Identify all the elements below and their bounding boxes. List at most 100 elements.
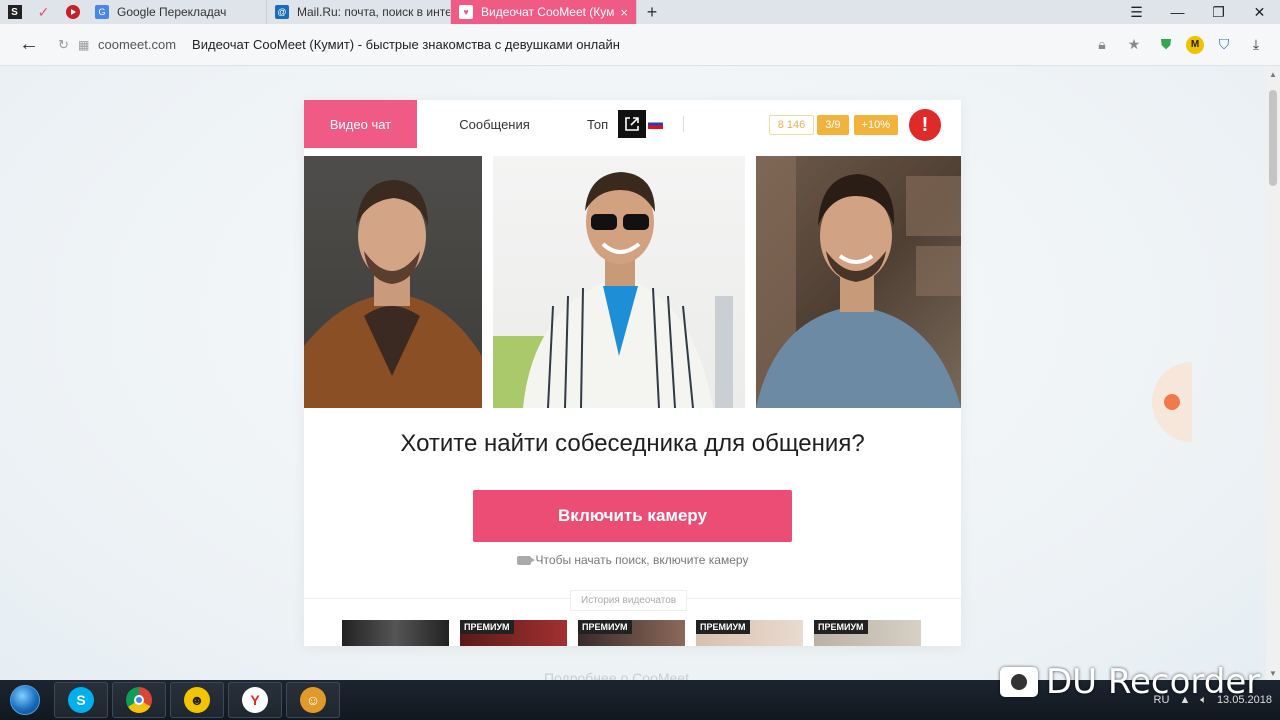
- external-link-glyph: [625, 117, 640, 131]
- new-tab-button[interactable]: +: [637, 0, 667, 24]
- address-bar-row: ← ↻ ▦ coomeet.com Видеочат CooMeet (Куми…: [0, 24, 1280, 66]
- address-field[interactable]: ↻ ▦ coomeet.com Видеочат CooMeet (Кумит)…: [58, 31, 1090, 59]
- chat-dot-icon: [1164, 394, 1180, 410]
- russian-flag-icon[interactable]: [648, 119, 664, 129]
- tab-google-translate[interactable]: G Google Перекладач: [87, 0, 267, 24]
- profile-photo-2: [493, 156, 745, 408]
- minimize-icon[interactable]: —: [1157, 0, 1198, 24]
- vpn-shield-icon[interactable]: ⛉: [1212, 33, 1236, 57]
- lock-icon[interactable]: 🔒︎: [1090, 33, 1114, 57]
- address-page-title: Видеочат CooMeet (Кумит) - быстрые знако…: [192, 37, 620, 52]
- download-icon[interactable]: ⤓: [1244, 33, 1268, 57]
- man-smiling-image: [756, 156, 961, 408]
- chrome-icon: [126, 687, 152, 713]
- coomeet-icon: ♥: [459, 5, 473, 19]
- enable-camera-label: Включить камеру: [557, 506, 708, 525]
- history-thumb[interactable]: ПРЕМИУМ: [696, 620, 803, 646]
- back-button[interactable]: ←: [0, 33, 58, 56]
- watermark-text: DU Recorder: [1046, 662, 1261, 702]
- start-button[interactable]: [0, 680, 50, 720]
- toolbar-right: 🔒︎ ★ ⛊ M ⛉ ⤓: [1090, 33, 1280, 57]
- history-label: История видеочатов: [570, 590, 688, 611]
- floating-chat-button[interactable]: [1152, 362, 1192, 442]
- cartoon-app-icon: ☺: [300, 687, 326, 713]
- nav-top[interactable]: Топ: [587, 117, 608, 132]
- main-card: Видео чат Сообщения Топ 8 146 3/9 +10% !: [304, 100, 961, 646]
- history-thumb[interactable]: ПРЕМИУМ: [460, 620, 567, 646]
- google-translate-icon: G: [95, 5, 109, 19]
- recorder-camera-icon: [1000, 667, 1038, 697]
- plus-icon: +: [646, 1, 658, 22]
- close-window-icon[interactable]: ✕: [1239, 0, 1280, 24]
- page-scrollbar[interactable]: ▲ ▼: [1266, 66, 1280, 680]
- window-controls: ☰ — ❐ ✕: [1116, 0, 1280, 24]
- windows-start-icon: [10, 685, 40, 715]
- skype-icon: S: [68, 687, 94, 713]
- reload-icon[interactable]: ↻: [58, 37, 78, 53]
- taskbar-app-5[interactable]: ☺: [286, 682, 340, 718]
- tab-s-app[interactable]: S: [0, 0, 29, 24]
- history-thumb[interactable]: [342, 620, 449, 646]
- scrollbar-thumb[interactable]: [1269, 90, 1277, 186]
- bonus-badge[interactable]: +10%: [853, 115, 898, 135]
- premium-badge: ПРЕМИУМ: [578, 620, 632, 634]
- scroll-up-icon[interactable]: ▲: [1269, 70, 1277, 79]
- vk-icon: ✓: [37, 3, 50, 20]
- taskbar-skype[interactable]: S: [54, 682, 108, 718]
- adblock-shield-icon[interactable]: ⛊: [1154, 33, 1178, 57]
- du-recorder-watermark: DU Recorder: [1000, 662, 1260, 702]
- arrow-left-icon: ←: [19, 33, 39, 55]
- profile-photos: [304, 156, 961, 408]
- history-thumb[interactable]: ПРЕМИУМ: [578, 620, 685, 646]
- online-count-badge: 8 146: [768, 115, 815, 135]
- menu-icon[interactable]: ☰: [1116, 0, 1157, 24]
- taskbar-chrome[interactable]: [112, 682, 166, 718]
- browser-tab-strip: S ✓ G Google Перекладач @ Mail.Ru: почта…: [0, 0, 1280, 24]
- cyberghost-icon: ☻: [184, 687, 210, 713]
- tab-mailru[interactable]: @ Mail.Ru: почта, поиск в инте: [267, 0, 451, 24]
- site-info-icon[interactable]: ▦: [78, 38, 98, 52]
- enable-camera-button[interactable]: Включить камеру: [473, 490, 792, 542]
- external-link-icon[interactable]: [618, 110, 647, 138]
- s-app-icon: S: [7, 5, 22, 19]
- address-domain: coomeet.com: [98, 37, 177, 52]
- nav-divider: [683, 116, 685, 132]
- history-thumbnails: ПРЕМИУМ ПРЕМИУМ ПРЕМИУМ ПРЕМИУМ: [342, 620, 921, 646]
- extension-m-icon[interactable]: M: [1186, 35, 1204, 54]
- tab-close-icon[interactable]: ×: [620, 5, 628, 20]
- site-nav: Видео чат Сообщения Топ 8 146 3/9 +10% !: [304, 100, 961, 148]
- history-thumb[interactable]: ПРЕМИУМ: [814, 620, 921, 646]
- tab-vk[interactable]: ✓: [29, 0, 58, 24]
- premium-badge: ПРЕМИУМ: [814, 620, 868, 634]
- star-icon[interactable]: ★: [1122, 33, 1146, 57]
- premium-badge: ПРЕМИУМ: [696, 620, 750, 634]
- tab-label: Mail.Ru: почта, поиск в инте: [297, 5, 451, 19]
- yandex-browser-icon: Y: [242, 687, 268, 713]
- stats-group: 8 146 3/9 +10% !: [768, 109, 941, 141]
- footer-more-link[interactable]: Подробнее о CooMeet: [544, 670, 689, 680]
- taskbar-cyberghost[interactable]: ☻: [170, 682, 224, 718]
- profile-photo-1: [304, 156, 482, 408]
- profile-photo-3: [756, 156, 961, 408]
- scroll-down-icon[interactable]: ▼: [1269, 669, 1277, 678]
- nav-video-chat[interactable]: Видео чат: [304, 100, 417, 148]
- mailru-icon: @: [275, 5, 289, 19]
- tab-label: Видеочат CooMeet (Кум: [481, 5, 615, 19]
- page-viewport: Видео чат Сообщения Топ 8 146 3/9 +10% !: [0, 66, 1266, 680]
- tab-coomeet[interactable]: ♥ Видеочат CooMeet (Кум ×: [451, 0, 637, 24]
- taskbar-yandex[interactable]: Y: [228, 682, 282, 718]
- tab-youtube[interactable]: [58, 0, 87, 24]
- camera-hint-text: Чтобы начать поиск, включите камеру: [535, 553, 749, 567]
- camera-hint: Чтобы начать поиск, включите камеру: [304, 553, 961, 567]
- nav-messages[interactable]: Сообщения: [417, 117, 572, 132]
- man-portrait-image: [304, 180, 482, 408]
- restore-icon[interactable]: ❐: [1198, 0, 1239, 24]
- premium-badge: ПРЕМИУМ: [460, 620, 514, 634]
- alert-icon[interactable]: !: [909, 109, 941, 141]
- tab-label: Google Перекладач: [117, 5, 227, 19]
- youtube-icon: [65, 5, 80, 19]
- video-camera-icon: [516, 555, 535, 565]
- man-sunglasses-image: [493, 172, 733, 408]
- progress-badge[interactable]: 3/9: [817, 115, 849, 135]
- page-headline: Хотите найти собеседника для общения?: [400, 430, 865, 457]
